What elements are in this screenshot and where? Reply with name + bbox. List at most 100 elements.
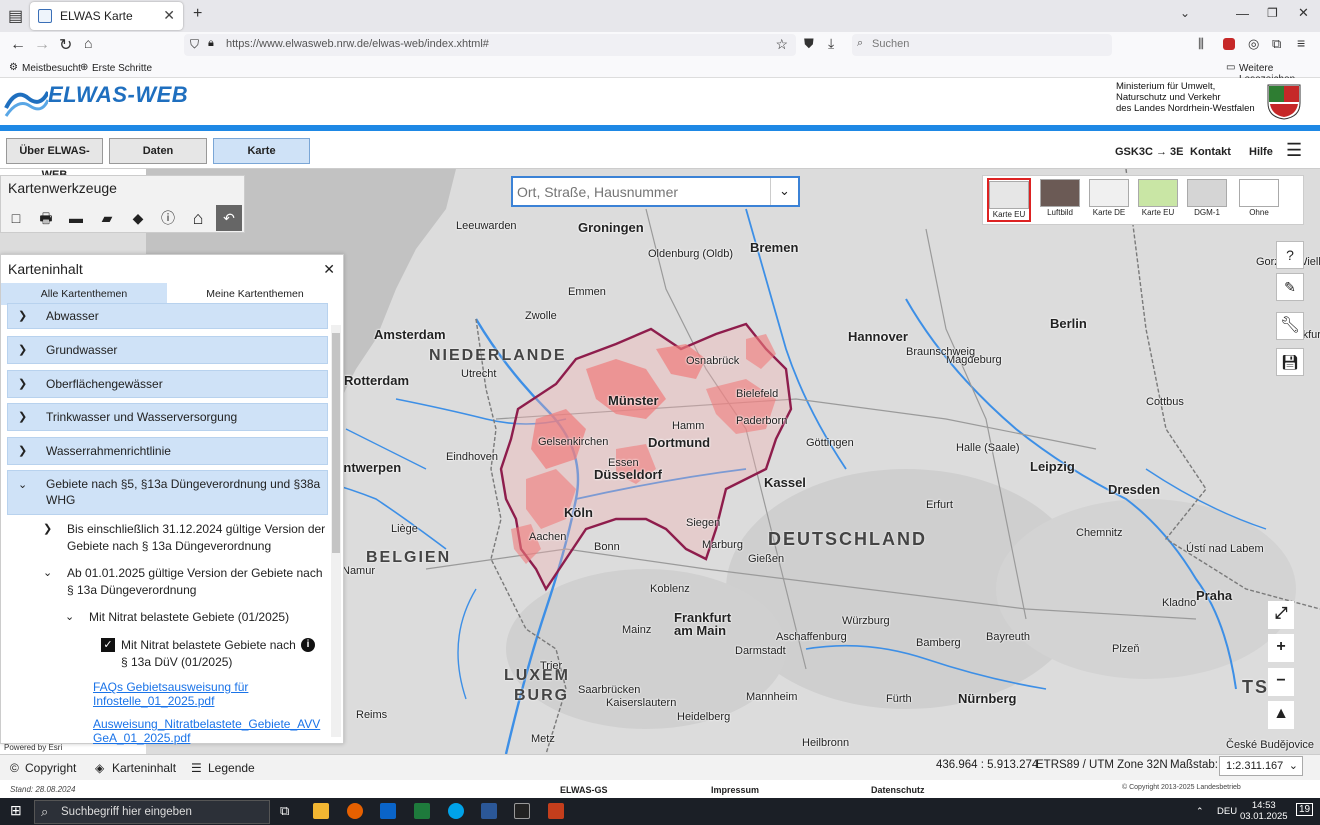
tab-overflow-icon[interactable]: ⌄ xyxy=(1180,6,1190,20)
basemap-ohne[interactable]: Ohne xyxy=(1237,178,1281,222)
category-oberflaechengewaesser[interactable]: ❯ Oberflächengewässer xyxy=(7,370,328,398)
home-icon[interactable]: ⌂ xyxy=(84,35,92,51)
skype-icon[interactable] xyxy=(448,803,464,819)
language-indicator[interactable]: DEU xyxy=(1217,806,1237,817)
faq-pdf-link[interactable]: FAQs Gebietsausweisung für Infostelle_01… xyxy=(93,680,248,708)
category-trinkwasser[interactable]: ❯ Trinkwasser und Wasserversorgung xyxy=(7,403,328,431)
site-logo[interactable]: ELWAS-WEB xyxy=(48,82,188,108)
nav-gsk3c-link[interactable]: GSK3C → 3E xyxy=(1115,146,1183,158)
window-close-icon[interactable]: ✕ xyxy=(1298,5,1309,21)
shield-icon[interactable]: ⛉ xyxy=(190,37,199,52)
nav-daten-button[interactable]: Daten xyxy=(109,138,207,164)
scrollbar-thumb[interactable] xyxy=(332,333,340,553)
download-icon[interactable]: ⤓ xyxy=(828,35,834,52)
zoom-in-button[interactable]: + xyxy=(1268,634,1294,662)
undo-icon[interactable]: ↶ xyxy=(216,205,242,231)
taskbar-search[interactable]: ⌕ Suchbegriff hier eingeben xyxy=(34,800,270,824)
zoom-out-button[interactable]: − xyxy=(1268,668,1294,696)
save-icon[interactable]: 💾︎ xyxy=(1276,348,1304,376)
nrw-extent-icon[interactable]: ◆ xyxy=(125,205,151,231)
address-bar[interactable]: ⛉ 🔒︎ https://www.elwasweb.nrw.de/elwas-w… xyxy=(184,34,796,56)
nav-kontakt-link[interactable]: Kontakt xyxy=(1190,146,1231,158)
account-icon[interactable]: ◎ xyxy=(1248,36,1259,52)
subgroup-ab-2025[interactable]: ⌄ Ab 01.01.2025 gültige Version der Gebi… xyxy=(43,565,323,599)
layer-checkbox[interactable]: ✓ xyxy=(101,638,115,652)
tab-meine-kartenthemen[interactable]: Meine Kartenthemen xyxy=(167,283,343,305)
outlook-icon[interactable] xyxy=(380,803,396,819)
ausweisung-pdf-link[interactable]: Ausweisung_Nitratbelastete_Gebiete_AVV G… xyxy=(93,717,320,745)
category-abwasser[interactable]: ❯ Abwasser xyxy=(7,303,328,329)
footer-legende[interactable]: Legende xyxy=(208,761,255,775)
tab-list-icon[interactable]: ▤ xyxy=(8,6,23,26)
forward-icon[interactable]: → xyxy=(34,36,50,54)
print-icon[interactable]: 🖶︎ xyxy=(33,205,59,231)
pocket-icon[interactable]: ⛊ xyxy=(804,36,814,52)
basemap-luftbild[interactable]: Luftbild xyxy=(1038,178,1082,222)
nav-karte-button[interactable]: Karte xyxy=(213,138,310,164)
subgroup-bis-2024[interactable]: ❯ Bis einschließlich 31.12.2024 gültige … xyxy=(43,521,325,555)
new-tab-icon[interactable]: + xyxy=(193,5,202,23)
library-icon[interactable]: ⫼ xyxy=(1198,36,1204,52)
reload-icon[interactable]: ↻ xyxy=(59,35,72,55)
map-search-input[interactable] xyxy=(517,182,769,202)
excel-icon[interactable] xyxy=(414,803,430,819)
nav-ueber-elwas-button[interactable]: Über ELWAS-WEB xyxy=(6,138,103,181)
scale-select[interactable]: 1:2.311.167 ⌄ xyxy=(1219,756,1303,776)
category-wasserrahmenrichtlinie[interactable]: ❯ Wasserrahmenrichtlinie xyxy=(7,437,328,465)
category-duengeverordnung[interactable]: ⌄ Gebiete nach §5, §13a Düngeverordnung … xyxy=(7,470,328,515)
link-impressum[interactable]: Impressum xyxy=(711,785,759,795)
basemap-karte-de[interactable]: Karte DE xyxy=(1087,178,1131,222)
basemap-karte-eu-color[interactable]: Karte EU xyxy=(1136,178,1180,222)
link-datenschutz[interactable]: Datenschutz xyxy=(871,785,925,795)
minimize-icon[interactable]: — xyxy=(1236,6,1249,21)
nav-hilfe-link[interactable]: Hilfe xyxy=(1249,146,1273,158)
home-extent-icon[interactable]: ⌂ xyxy=(185,205,211,231)
pen-icon[interactable]: ✎ xyxy=(1276,273,1304,301)
taskbar-clock[interactable]: 14:53 03.01.2025 xyxy=(1240,800,1288,822)
browser-search-field[interactable]: ⌕ Suchen xyxy=(852,34,1112,56)
select-rectangle-icon[interactable]: □ xyxy=(3,205,29,231)
ublock-icon[interactable] xyxy=(1223,38,1235,50)
back-icon[interactable]: ← xyxy=(10,36,26,54)
tab-close-icon[interactable]: ✕ xyxy=(163,7,175,24)
link-elwas-gs[interactable]: ELWAS-GS xyxy=(560,785,608,795)
footer-copyright[interactable]: Copyright xyxy=(25,761,76,775)
chevron-down-icon[interactable]: ⌄ xyxy=(770,178,798,205)
city-label: Göttingen xyxy=(806,437,854,449)
tab-alle-kartenthemen[interactable]: Alle Kartenthemen xyxy=(1,283,167,305)
powered-by-esri[interactable]: Powered by Esri xyxy=(4,743,62,752)
menu-icon[interactable]: ≡ xyxy=(1297,35,1305,51)
area-measure-icon[interactable]: ▰ xyxy=(94,205,120,231)
file-explorer-icon[interactable] xyxy=(313,803,329,819)
wrench-icon[interactable]: 🔧︎ xyxy=(1276,312,1304,340)
bookmark-star-icon[interactable]: ☆ xyxy=(775,36,788,53)
bookmark-erste-schritte[interactable]: Erste Schritte xyxy=(92,63,152,74)
acrobat-icon[interactable] xyxy=(514,803,530,819)
category-grundwasser[interactable]: ❯ Grundwasser xyxy=(7,336,328,364)
powerpoint-icon[interactable] xyxy=(548,803,564,819)
maximize-icon[interactable]: ❐ xyxy=(1267,6,1278,20)
firefox-icon[interactable] xyxy=(347,803,363,819)
basemap-karte-eu[interactable]: Karte EU xyxy=(987,178,1031,222)
panel-scrollbar[interactable] xyxy=(331,325,341,737)
zoom-to-extent-icon[interactable]: ⤢ xyxy=(1268,601,1294,629)
bookmark-meistbesucht[interactable]: Meistbesucht xyxy=(22,63,81,74)
browser-tab[interactable]: ELWAS Karte ✕ xyxy=(30,2,183,30)
notification-icon[interactable]: 19 xyxy=(1296,803,1314,816)
extensions-icon[interactable]: ⧉ xyxy=(1272,36,1281,52)
word-icon[interactable] xyxy=(481,803,497,819)
windows-start-icon[interactable]: ⊞ xyxy=(10,802,22,819)
tray-chevron-icon[interactable]: ⌃ xyxy=(1196,806,1204,817)
info-icon[interactable]: ⓘ xyxy=(155,205,181,231)
info-icon[interactable]: i xyxy=(301,638,315,652)
lock-icon[interactable]: 🔒︎ xyxy=(208,37,214,50)
compass-icon[interactable]: ▲ xyxy=(1268,701,1294,729)
subgroup-nitrat-2025[interactable]: ⌄ Mit Nitrat belastete Gebiete (01/2025) xyxy=(65,609,289,626)
hamburger-menu-icon[interactable]: ☰ xyxy=(1286,140,1302,161)
basemap-dgm-1[interactable]: DGM-1 xyxy=(1185,178,1229,222)
footer-karteninhalt[interactable]: Karteninhalt xyxy=(112,761,176,775)
help-icon[interactable]: ? xyxy=(1276,241,1304,269)
measure-icon[interactable]: ▬ xyxy=(63,205,89,231)
task-view-icon[interactable]: ⧉ xyxy=(280,803,289,819)
close-icon[interactable]: ✕ xyxy=(323,261,335,278)
